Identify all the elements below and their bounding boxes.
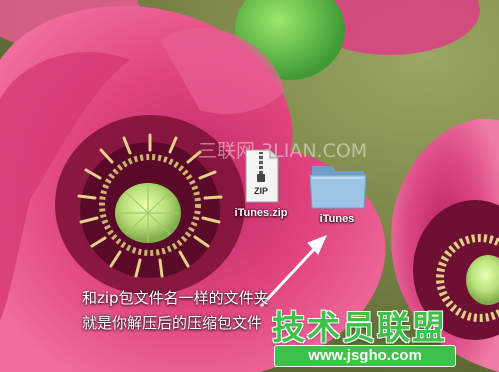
caption-line-2: 就是你解压后的压缩包文件 <box>82 314 263 332</box>
folder-icon <box>309 166 367 209</box>
desktop-icon-label: iTunes <box>319 213 355 225</box>
desktop-wallpaper: 三联网 3LIAN.COM ZIP iTunes.zip iTunes 和zip… <box>0 0 499 372</box>
site-logo: 技术员联盟 www.jsgho.com <box>270 301 460 371</box>
site-logo-url: www.jsgho.com <box>274 345 456 367</box>
desktop-icon-itunes-folder[interactable]: iTunes <box>300 160 374 232</box>
desktop-icon-itunes-zip[interactable]: ZIP iTunes.zip <box>226 148 296 222</box>
caption-line-1: 和zip包文件名一样的文件夹 <box>82 289 269 307</box>
site-logo-name: 技术员联盟 <box>272 308 447 347</box>
desktop-icon-label: iTunes.zip <box>234 207 288 219</box>
zip-badge: ZIP <box>253 186 268 196</box>
